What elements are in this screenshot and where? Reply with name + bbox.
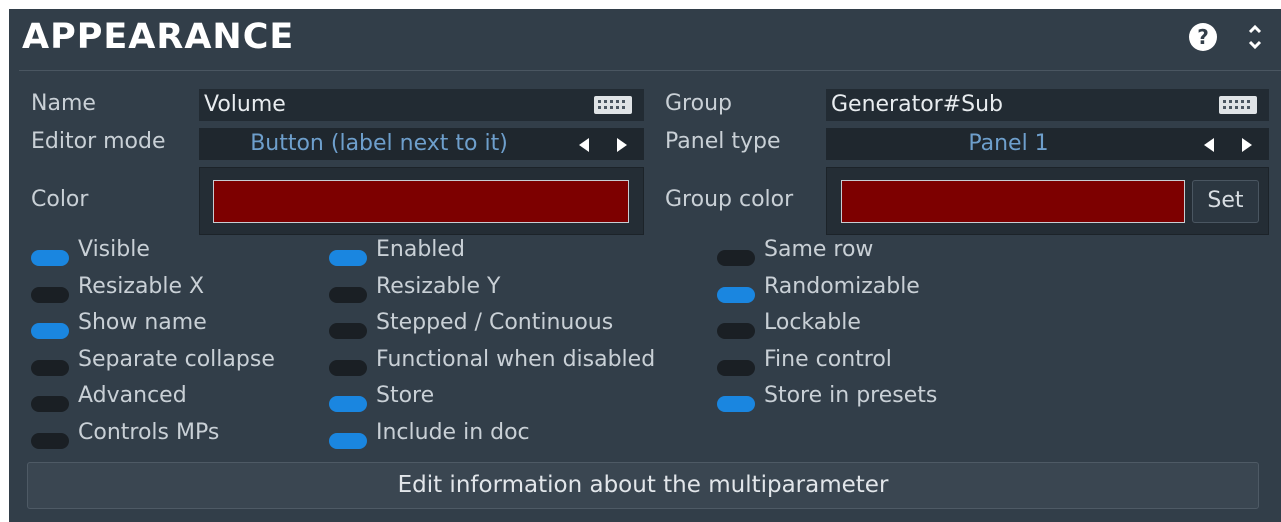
color-picker[interactable] <box>199 167 644 235</box>
section-title: APPEARANCE <box>22 17 295 57</box>
option-label: Store <box>376 383 435 408</box>
chevron-up-down-icon[interactable] <box>1245 19 1265 55</box>
color-label: Color <box>31 187 89 212</box>
toggle-switch[interactable] <box>717 287 755 303</box>
option-label: Stepped / Continuous <box>376 310 614 335</box>
option-label: Advanced <box>78 383 187 408</box>
color-swatch[interactable] <box>213 180 629 223</box>
group-color-swatch[interactable] <box>841 180 1185 223</box>
toggle-switch[interactable] <box>717 396 755 412</box>
toggle-switch[interactable] <box>329 360 367 376</box>
appearance-panel: APPEARANCE ? Name Volume Group Generator… <box>9 9 1281 522</box>
option-label: Separate collapse <box>78 347 275 372</box>
editor-mode-selector[interactable]: Button (label next to it) <box>199 128 644 160</box>
name-field[interactable]: Volume <box>199 89 644 121</box>
option-label: Fine control <box>764 347 892 372</box>
group-value: Generator#Sub <box>831 92 1004 117</box>
keyboard-icon[interactable] <box>594 96 632 114</box>
edit-info-button[interactable]: Edit information about the multiparamete… <box>27 462 1259 509</box>
toggle-switch[interactable] <box>31 433 69 449</box>
previous-arrow-icon[interactable] <box>579 138 589 152</box>
option-label: Lockable <box>764 310 861 335</box>
option-label: Same row <box>764 237 874 262</box>
group-color-label: Group color <box>665 187 794 212</box>
group-label: Group <box>665 91 732 116</box>
toggle-switch[interactable] <box>31 287 69 303</box>
editor-mode-label: Editor mode <box>31 129 166 154</box>
option-label: Enabled <box>376 237 465 262</box>
help-icon[interactable]: ? <box>1189 23 1217 51</box>
toggle-switch[interactable] <box>329 396 367 412</box>
panel-type-value: Panel 1 <box>968 131 1049 156</box>
toggle-switch[interactable] <box>329 250 367 266</box>
name-label: Name <box>31 91 96 116</box>
panel-type-label: Panel type <box>665 129 781 154</box>
next-arrow-icon[interactable] <box>1242 138 1252 152</box>
toggle-switch[interactable] <box>31 250 69 266</box>
toggle-switch[interactable] <box>31 360 69 376</box>
option-label: Randomizable <box>764 274 920 299</box>
next-arrow-icon[interactable] <box>617 138 627 152</box>
option-label: Controls MPs <box>78 420 220 445</box>
toggle-switch[interactable] <box>717 250 755 266</box>
option-label: Functional when disabled <box>376 347 656 372</box>
toggle-switch[interactable] <box>329 287 367 303</box>
group-field[interactable]: Generator#Sub <box>826 89 1269 121</box>
toggle-switch[interactable] <box>31 396 69 412</box>
toggle-switch[interactable] <box>31 323 69 339</box>
name-value: Volume <box>204 92 286 117</box>
toggle-switch[interactable] <box>329 433 367 449</box>
option-label: Show name <box>78 310 207 335</box>
previous-arrow-icon[interactable] <box>1204 138 1214 152</box>
option-label: Visible <box>78 237 150 262</box>
set-button[interactable]: Set <box>1192 180 1259 223</box>
option-label: Resizable X <box>78 274 205 299</box>
option-label: Include in doc <box>376 420 530 445</box>
keyboard-icon[interactable] <box>1219 96 1257 114</box>
panel-type-selector[interactable]: Panel 1 <box>826 128 1269 160</box>
option-label: Store in presets <box>764 383 938 408</box>
editor-mode-value: Button (label next to it) <box>250 131 508 156</box>
toggle-switch[interactable] <box>717 323 755 339</box>
option-label: Resizable Y <box>376 274 501 299</box>
toggle-switch[interactable] <box>717 360 755 376</box>
toggle-switch[interactable] <box>329 323 367 339</box>
title-divider <box>19 70 1281 71</box>
group-color-picker[interactable]: Set <box>826 167 1269 235</box>
